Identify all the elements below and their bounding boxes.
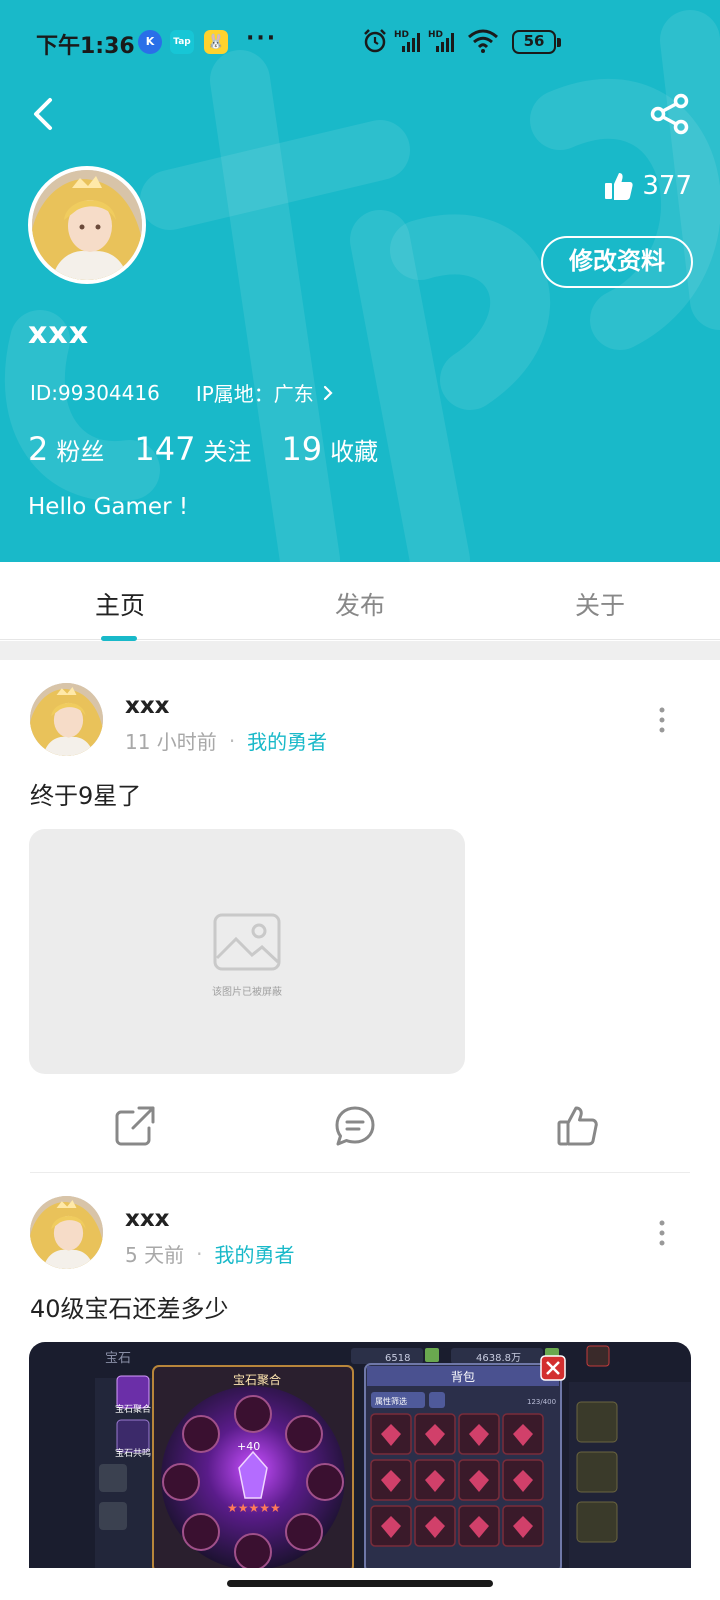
gold-text: 4638.8万: [476, 1353, 521, 1364]
image-icon: [213, 913, 281, 971]
gem-count-text: 6518: [385, 1353, 410, 1364]
post-meta: 5 天前 · 我的勇者: [125, 1239, 294, 1268]
comment-icon[interactable]: [333, 1104, 377, 1148]
status-bar: 下午1:36 K Tap 🐰 ··· HD HD 56: [0, 0, 720, 86]
status-time: 下午1:36: [36, 34, 135, 59]
section-separator: [0, 641, 720, 660]
gem-tab-text: 宝石: [105, 1351, 131, 1366]
stat-followers[interactable]: 2 粉丝: [28, 430, 104, 468]
stat-favorites[interactable]: 19 收藏: [281, 430, 378, 468]
taptap-app-icon: Tap: [170, 30, 194, 54]
avatar-image: [32, 170, 142, 280]
profile-avatar[interactable]: [28, 166, 146, 284]
meta-separator: ·: [228, 728, 236, 753]
post-game-link[interactable]: 我的勇者: [247, 726, 327, 755]
capacity-text: 123/400: [527, 1398, 556, 1406]
more-notifications-icon: ···: [246, 26, 278, 51]
profile-like-count: 377: [604, 168, 692, 204]
blocked-image-placeholder[interactable]: 该图片已被屏蔽: [29, 829, 465, 1074]
battery-icon: 56: [512, 30, 561, 54]
post-text: 终于9星了: [30, 782, 142, 810]
filter-label-text: 属性筛选: [375, 1396, 407, 1406]
svg-text:★★★★★: ★★★★★: [227, 1501, 281, 1515]
ip-location-text: IP属地：广东: [195, 382, 314, 406]
hd-signal-icon-1: HD: [394, 30, 420, 52]
stat-label: 关注: [203, 438, 252, 466]
profile-bio: Hello Gamer !: [28, 494, 189, 520]
k-app-icon: K: [138, 30, 162, 54]
post-author[interactable]: xxx: [125, 693, 170, 719]
meta-separator: ·: [196, 1241, 203, 1266]
hd-signal-icon-2: HD: [428, 30, 454, 52]
post-image[interactable]: 宝石 6518 4638.8万 宝石聚合 宝石共鸣 宝石聚合 +40 ★★★★★…: [29, 1342, 691, 1572]
fuse-title-text: 宝石聚合: [233, 1372, 281, 1387]
center-level-text: +40: [237, 1440, 260, 1453]
post-time: 5 天前: [125, 1243, 185, 1267]
alarm-icon: [364, 29, 386, 53]
user-id: ID:99304416: [30, 380, 160, 405]
blocked-image-note: 该图片已被屏蔽: [212, 987, 282, 998]
svg-text:HD: HD: [428, 30, 443, 40]
thumbs-up-icon: [605, 173, 633, 200]
wifi-icon: [468, 29, 498, 53]
share-post-icon[interactable]: [113, 1104, 157, 1148]
stat-number: 19: [281, 430, 323, 468]
stat-number: 2: [28, 430, 49, 468]
profile-username: xxx: [28, 316, 90, 351]
game-screenshot: 宝石 6518 4638.8万 宝石聚合 宝石共鸣 宝石聚合 +40 ★★★★★…: [29, 1342, 691, 1572]
side-label-resonance: 宝石共鸣: [115, 1447, 151, 1459]
like-post-icon[interactable]: [556, 1104, 600, 1148]
tab-about[interactable]: 关于: [540, 586, 660, 622]
tab-posts[interactable]: 发布: [300, 586, 420, 622]
profile-header: 下午1:36 K Tap 🐰 ··· HD HD 56 377 修改资料 xxx…: [0, 0, 720, 562]
rabbit-app-icon: 🐰: [204, 30, 228, 54]
post-game-link[interactable]: 我的勇者: [214, 1239, 294, 1268]
stat-label: 粉丝: [56, 438, 105, 466]
avatar-image: [30, 683, 103, 756]
tab-home[interactable]: 主页: [60, 586, 180, 622]
side-label-fuse: 宝石聚合: [115, 1403, 151, 1415]
edit-profile-button[interactable]: 修改资料: [541, 236, 693, 288]
post-avatar[interactable]: [30, 683, 103, 756]
back-arrow-icon[interactable]: [24, 92, 64, 136]
ip-location-link[interactable]: IP属地：广东: [196, 378, 336, 407]
post-author[interactable]: xxx: [125, 1206, 170, 1232]
chevron-right-icon: [323, 385, 333, 400]
like-count-value: 377: [642, 171, 692, 201]
post-text: 40级宝石还差多少: [30, 1295, 229, 1323]
post-avatar[interactable]: [30, 1196, 103, 1269]
more-options-icon[interactable]: [652, 705, 672, 735]
stat-following[interactable]: 147 关注: [134, 430, 251, 468]
profile-stats: 2 粉丝 147 关注 19 收藏: [28, 430, 408, 468]
svg-text:HD: HD: [394, 30, 409, 40]
bag-title-text: 背包: [451, 1370, 475, 1384]
home-indicator[interactable]: [227, 1580, 493, 1587]
post-actions: [0, 1096, 720, 1152]
more-options-icon[interactable]: [652, 1218, 672, 1248]
post-divider: [30, 1172, 690, 1173]
stat-number: 147: [134, 430, 196, 468]
post-meta: 11 小时前 · 我的勇者: [125, 726, 327, 755]
share-icon[interactable]: [648, 92, 692, 136]
stat-label: 收藏: [330, 438, 379, 466]
profile-tabs: 主页 发布 关于: [0, 562, 720, 640]
post-time: 11 小时前: [125, 730, 217, 754]
profile-meta: ID:99304416 IP属地：广东: [30, 378, 336, 407]
avatar-image: [30, 1196, 103, 1269]
